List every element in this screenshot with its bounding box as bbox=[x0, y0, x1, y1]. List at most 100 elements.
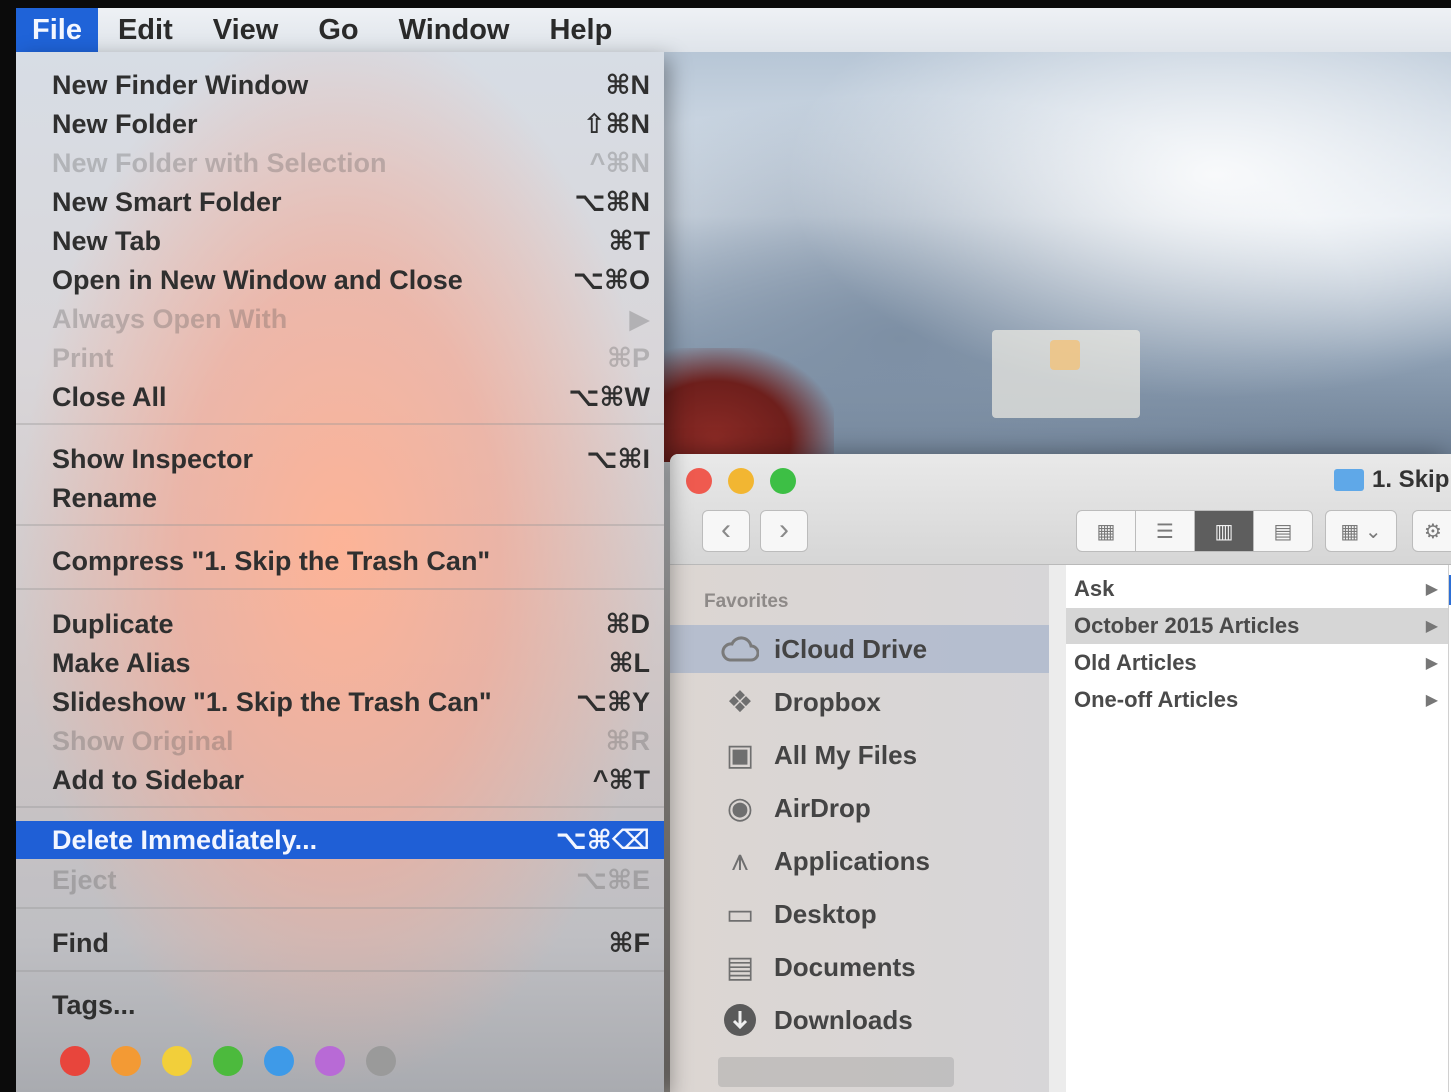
menu-item-shortcut: ⌘T bbox=[608, 225, 650, 256]
finder-toolbar: 1. Skip ‹ › ▦ ☰ ▥ ▤ ▦ ⌄ ⚙ bbox=[670, 454, 1451, 565]
menu-item-shortcut: ⌥⌘O bbox=[572, 264, 650, 295]
menu-item-new-smart-folder[interactable]: New Smart Folder ⌥⌘N bbox=[16, 183, 664, 221]
menu-item-label: New Folder bbox=[52, 108, 198, 139]
menu-item-label: Add to Sidebar bbox=[52, 764, 245, 795]
sidebar-item-blurred[interactable] bbox=[718, 1057, 954, 1087]
disclosure-arrow-icon: ▶ bbox=[1425, 581, 1438, 598]
menu-item-make-alias[interactable]: Make Alias ⌘L bbox=[16, 644, 664, 682]
menu-view[interactable]: View bbox=[193, 8, 299, 52]
menu-item-shortcut: ^⌘N bbox=[589, 147, 650, 178]
tag-yellow-button[interactable] bbox=[162, 1046, 192, 1076]
sidebar-item-icloud-drive[interactable]: iCloud Drive bbox=[670, 625, 1049, 673]
menu-item-shortcut: ⌘L bbox=[608, 647, 650, 678]
menu-item-label: New Folder with Selection bbox=[52, 147, 387, 178]
favorites-heading: Favorites bbox=[704, 591, 789, 612]
sidebar-item-label: All My Files bbox=[774, 739, 918, 770]
menu-item-shortcut: ⌘N bbox=[605, 69, 650, 100]
menu-item-new-tab[interactable]: New Tab ⌘T bbox=[16, 222, 664, 260]
finder-window: 1. Skip ‹ › ▦ ☰ ▥ ▤ ▦ ⌄ ⚙ Favorites iClo… bbox=[670, 454, 1451, 1092]
submenu-arrow-icon: ▶ bbox=[629, 303, 650, 334]
menu-item-tags[interactable]: Tags... bbox=[16, 986, 664, 1024]
menu-item-label: Duplicate bbox=[52, 608, 174, 639]
column-view-button[interactable]: ▥ bbox=[1194, 510, 1254, 552]
menu-item-label: New Smart Folder bbox=[52, 186, 282, 217]
menu-item-close-all[interactable]: Close All ⌥⌘W bbox=[16, 378, 664, 416]
forward-button[interactable]: › bbox=[760, 510, 808, 552]
list-view-button[interactable]: ☰ bbox=[1135, 510, 1195, 552]
tag-red-button[interactable] bbox=[60, 1046, 90, 1076]
menu-item-slideshow[interactable]: Slideshow "1. Skip the Trash Can" ⌥⌘Y bbox=[16, 683, 664, 721]
column-row-label: One-off Articles bbox=[1074, 687, 1239, 712]
finder-column: Ask ▶ October 2015 Articles ▶ Old Articl… bbox=[1066, 565, 1449, 1092]
sidebar-item-airdrop[interactable]: ◉ AirDrop bbox=[670, 784, 1049, 832]
menu-item-delete-immediately[interactable]: Delete Immediately... ⌥⌘⌫ bbox=[16, 821, 664, 859]
menu-item-find[interactable]: Find ⌘F bbox=[16, 924, 664, 962]
menu-item-label: Compress "1. Skip the Trash Can" bbox=[52, 545, 491, 576]
menu-item-shortcut: ^⌘T bbox=[592, 764, 650, 795]
minimize-window-button[interactable] bbox=[728, 468, 754, 494]
menu-item-shortcut: ⇧⌘N bbox=[582, 108, 650, 139]
menu-item-duplicate[interactable]: Duplicate ⌘D bbox=[16, 605, 664, 643]
sidebar-item-desktop[interactable]: ▭ Desktop bbox=[670, 890, 1049, 938]
sidebar-item-label: AirDrop bbox=[774, 792, 871, 823]
menu-item-print: Print ⌘P bbox=[16, 339, 664, 377]
menu-item-open-in-new-window-and-close[interactable]: Open in New Window and Close ⌥⌘O bbox=[16, 261, 664, 299]
sidebar-item-label: Dropbox bbox=[774, 686, 881, 717]
all-my-files-icon: ▣ bbox=[725, 738, 755, 772]
menu-item-new-finder-window[interactable]: New Finder Window ⌘N bbox=[16, 66, 664, 104]
tag-blue-button[interactable] bbox=[264, 1046, 294, 1076]
column-row-ask[interactable]: Ask ▶ bbox=[1066, 571, 1448, 607]
zoom-window-button[interactable] bbox=[770, 468, 796, 494]
menu-item-shortcut: ⌥⌘W bbox=[568, 381, 650, 412]
menu-bar: File Edit View Go Window Help bbox=[16, 8, 1451, 52]
sidebar-item-label: Downloads bbox=[774, 1004, 913, 1035]
tag-purple-button[interactable] bbox=[315, 1046, 345, 1076]
menu-item-shortcut: ⌘D bbox=[605, 608, 650, 639]
disclosure-arrow-icon: ▶ bbox=[1425, 692, 1438, 709]
sidebar-item-all-my-files[interactable]: ▣ All My Files bbox=[670, 731, 1049, 779]
menu-item-shortcut: ⌘P bbox=[606, 342, 650, 373]
menu-item-shortcut: ⌘R bbox=[605, 725, 650, 756]
menu-separator bbox=[16, 423, 664, 425]
wallpaper-rock bbox=[664, 348, 834, 462]
menu-item-shortcut: ⌥⌘I bbox=[586, 443, 650, 474]
menu-go[interactable]: Go bbox=[298, 8, 378, 52]
column-row-old-articles[interactable]: Old Articles ▶ bbox=[1066, 645, 1448, 681]
menu-item-compress[interactable]: Compress "1. Skip the Trash Can" bbox=[16, 542, 664, 580]
menu-separator bbox=[16, 524, 664, 526]
icon-view-button[interactable]: ▦ bbox=[1076, 510, 1136, 552]
menu-help[interactable]: Help bbox=[529, 8, 632, 52]
menu-item-show-inspector[interactable]: Show Inspector ⌥⌘I bbox=[16, 440, 664, 478]
arrange-button[interactable]: ▦ ⌄ bbox=[1325, 510, 1397, 552]
downloads-icon bbox=[720, 1000, 760, 1040]
close-window-button[interactable] bbox=[686, 468, 712, 494]
menu-item-rename[interactable]: Rename bbox=[16, 479, 664, 517]
menu-item-label: Rename bbox=[52, 482, 158, 513]
cover-flow-button[interactable]: ▤ bbox=[1253, 510, 1313, 552]
sidebar-item-dropbox[interactable]: ❖ Dropbox bbox=[670, 678, 1049, 726]
sidebar-item-downloads[interactable]: Downloads bbox=[670, 996, 1049, 1044]
tag-green-button[interactable] bbox=[213, 1046, 243, 1076]
column-row-october-2015-articles[interactable]: October 2015 Articles ▶ bbox=[1066, 608, 1448, 644]
window-title: 1. Skip bbox=[1334, 466, 1449, 494]
menu-item-add-to-sidebar[interactable]: Add to Sidebar ^⌘T bbox=[16, 761, 664, 799]
action-gear-button[interactable]: ⚙ bbox=[1412, 510, 1451, 552]
sidebar-item-documents[interactable]: ▤ Documents bbox=[670, 943, 1049, 991]
sidebar-item-label: Applications bbox=[774, 845, 931, 876]
desktop-file-icon[interactable] bbox=[992, 330, 1140, 418]
tag-gray-button[interactable] bbox=[366, 1046, 396, 1076]
file-menu-dropdown: New Finder Window ⌘N New Folder ⇧⌘N New … bbox=[16, 52, 664, 1092]
cloud-icon bbox=[720, 629, 760, 669]
menu-item-shortcut: ⌥⌘E bbox=[575, 864, 650, 895]
sidebar-item-applications[interactable]: ⩚ Applications bbox=[670, 837, 1049, 885]
menu-file[interactable]: File bbox=[16, 8, 98, 52]
menu-edit[interactable]: Edit bbox=[98, 8, 193, 52]
menu-item-shortcut: ⌥⌘Y bbox=[575, 686, 650, 717]
menu-item-new-folder[interactable]: New Folder ⇧⌘N bbox=[16, 105, 664, 143]
back-button[interactable]: ‹ bbox=[702, 510, 750, 552]
menu-window[interactable]: Window bbox=[379, 8, 530, 52]
sidebar-item-label: Documents bbox=[774, 951, 916, 982]
column-row-one-off-articles[interactable]: One-off Articles ▶ bbox=[1066, 682, 1448, 718]
tag-orange-button[interactable] bbox=[111, 1046, 141, 1076]
column-row-label: October 2015 Articles bbox=[1074, 613, 1300, 638]
